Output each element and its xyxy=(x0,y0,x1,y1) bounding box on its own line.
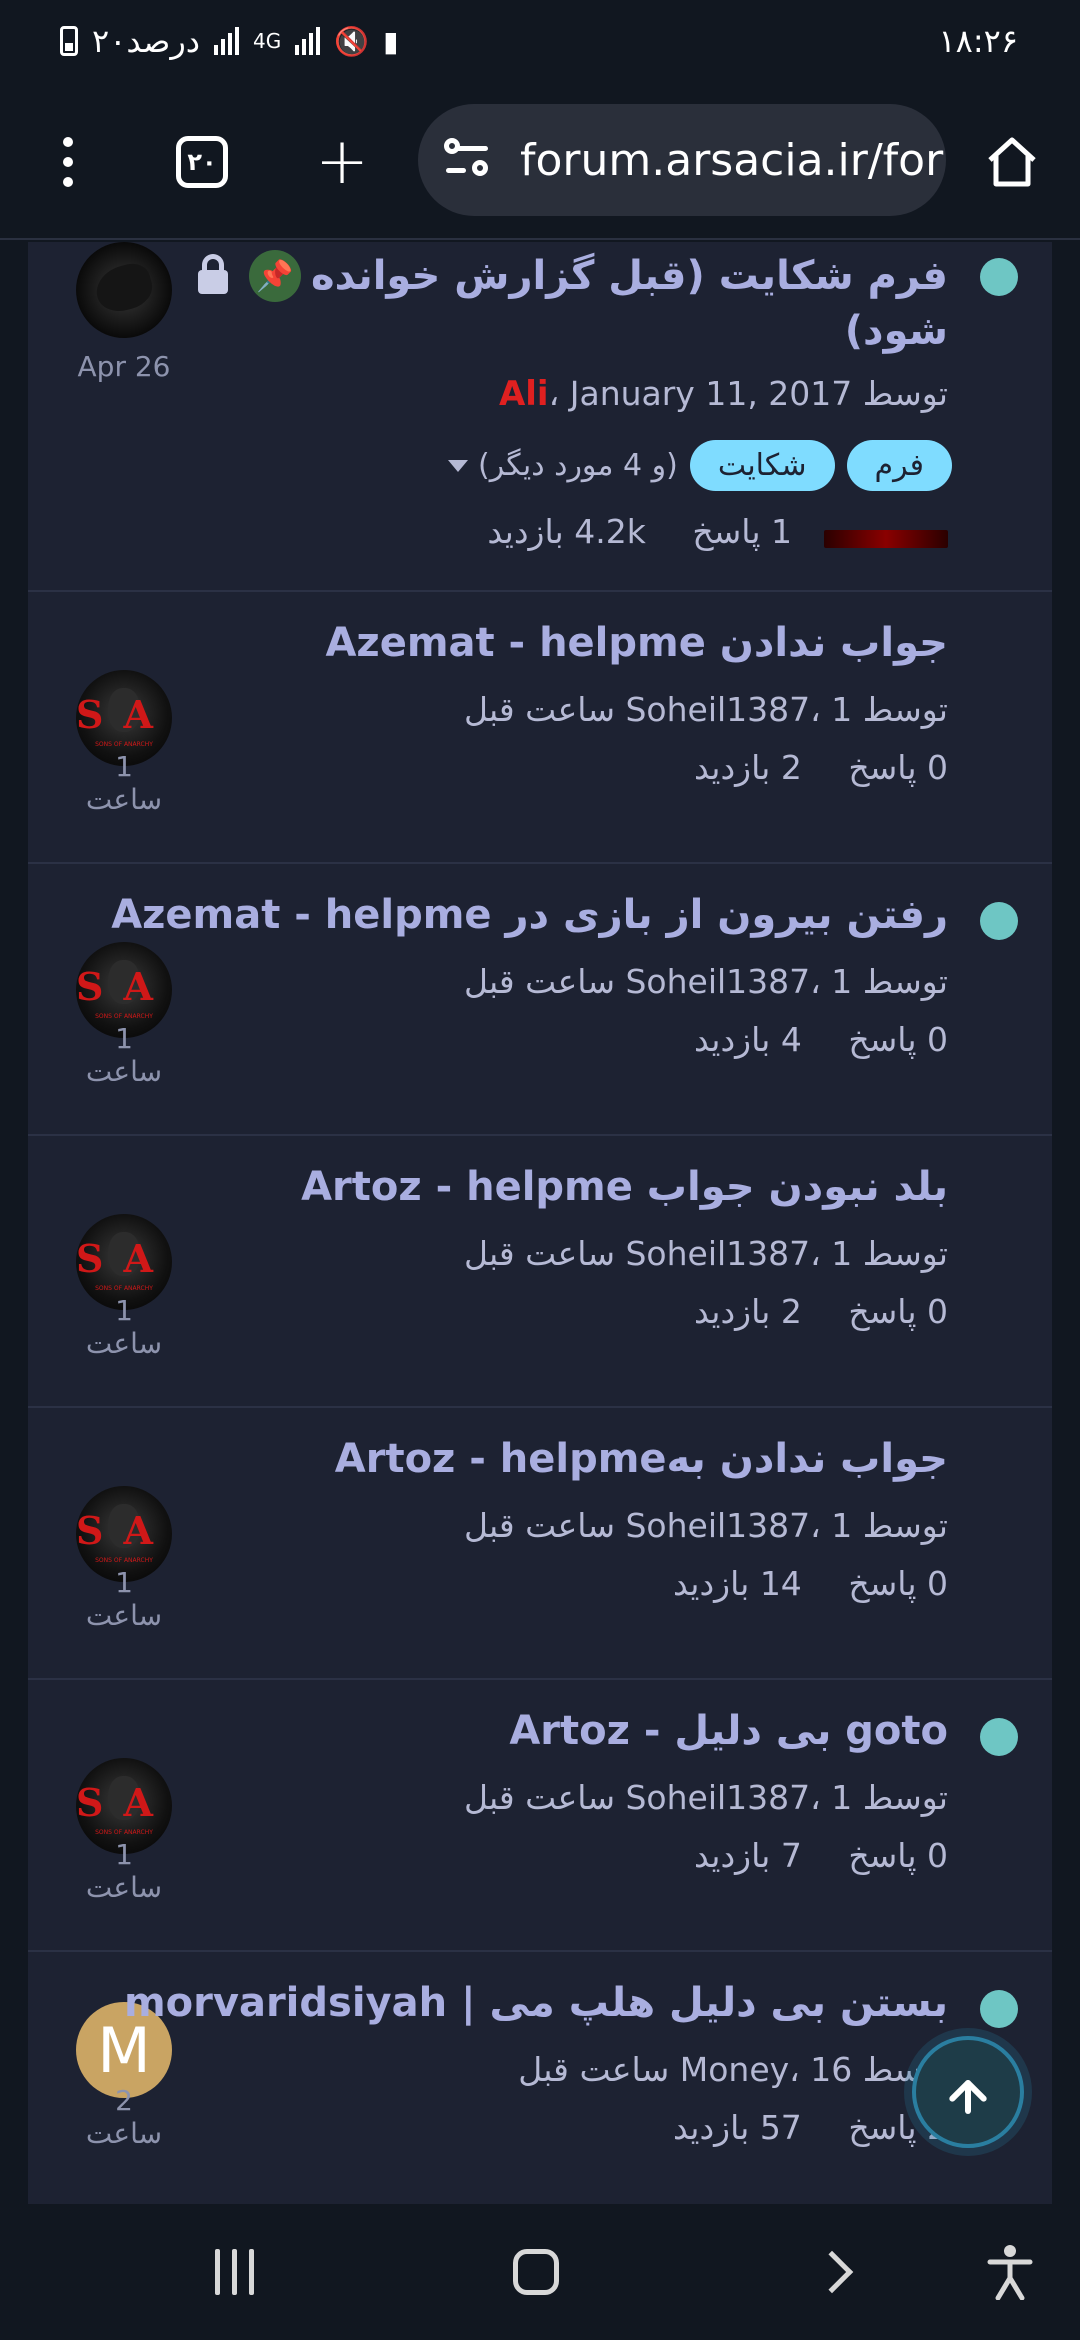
last-post-time: 1 ساعت xyxy=(85,1838,163,1904)
topic-meta: توسط Soheil1387، 1 ساعت قبل xyxy=(463,690,948,729)
accessibility-button[interactable] xyxy=(978,2240,1042,2304)
view-count: 4.2k بازدید xyxy=(487,512,646,551)
chevron-down-icon xyxy=(448,459,469,472)
tab-count: ۲۰ xyxy=(176,136,228,188)
topic-title[interactable]: goto بی دلیل - Artoz xyxy=(509,1708,948,1754)
back-button[interactable] xyxy=(806,2240,870,2304)
reply-count: 0 پاسخ xyxy=(848,1292,948,1331)
system-nav-bar xyxy=(0,2204,1080,2340)
topic-title[interactable]: بستن بی دلیل هلپ می | morvaridsiyah xyxy=(124,1980,948,2026)
topic-title-line2[interactable]: شود) xyxy=(845,308,948,354)
recents-button[interactable] xyxy=(202,2240,266,2304)
topic-meta: توسط Soheil1387، 1 ساعت قبل xyxy=(463,1506,948,1545)
reply-count: 0 پاسخ xyxy=(848,1020,948,1059)
unread-indicator xyxy=(980,902,1018,940)
topic-title[interactable]: جواب ندادن بهArtoz - helpme xyxy=(335,1436,948,1482)
topic-stats: 0 پاسخ 2 بازدید xyxy=(658,1292,948,1331)
topic-stats: 0 پاسخ 2 بازدید xyxy=(658,748,948,787)
tag-form[interactable]: فرم xyxy=(846,440,952,491)
tabs-button[interactable]: ۲۰ xyxy=(170,130,234,194)
last-post-time: 1 ساعت xyxy=(85,1294,163,1360)
author-link[interactable]: Ali xyxy=(499,374,549,414)
topic-meta: توسط Soheil1387، 1 ساعت قبل xyxy=(463,1778,948,1817)
dot-icon xyxy=(63,137,73,147)
topic-stats: 1 پاسخ 4.2k بازدید xyxy=(451,512,792,551)
topic-meta: توسط Money، 16 ساعت قبل xyxy=(518,2050,948,2089)
battery-percent: ۲۰درصد xyxy=(92,22,201,60)
topic-row[interactable]: M 2 ساعت بستن بی دلیل هلپ می | morvarids… xyxy=(28,1952,1052,2204)
avatar[interactable] xyxy=(76,242,172,338)
battery-saver-icon: ▮ xyxy=(383,24,399,58)
topic-meta: توسط Ali، January 11, 2017 xyxy=(498,374,948,414)
chevron-right-icon xyxy=(810,2250,854,2294)
topic-stats: 0 پاسخ 14 بازدید xyxy=(637,1564,948,1603)
unread-indicator xyxy=(980,1718,1018,1756)
topic-list: Apr 26 فرم شکایت (قبل گزارش خوانده 📌 شود… xyxy=(28,242,1052,2204)
topic-date: January 11, 2017 xyxy=(569,374,853,413)
menu-button[interactable] xyxy=(36,130,100,194)
last-post-time: 1 ساعت xyxy=(85,1022,163,1088)
lock-icon xyxy=(187,250,239,302)
view-count: 4 بازدید xyxy=(693,1020,802,1059)
topic-row[interactable]: SA SONS OF ANARCHY 1 ساعت جواب ندادن بهAr… xyxy=(28,1408,1052,1680)
dot-icon xyxy=(63,157,73,167)
topic-stats: 0 پاسخ 7 بازدید xyxy=(658,1836,948,1875)
tag-complaint[interactable]: شکایت xyxy=(689,440,835,491)
view-count: 2 بازدید xyxy=(693,1292,802,1331)
dot-icon xyxy=(63,177,73,187)
mute-icon: 🔇 xyxy=(334,24,370,58)
clock: ۱۸:۲۶ xyxy=(938,22,1018,60)
view-count: 7 بازدید xyxy=(693,1836,802,1875)
topic-row[interactable]: SA SONS OF ANARCHY 1 ساعت رفتن بیرون از ب… xyxy=(28,864,1052,1136)
unread-indicator xyxy=(980,258,1018,296)
reply-count: 0 پاسخ xyxy=(848,1836,948,1875)
last-post-time: 2 ساعت xyxy=(85,2084,163,2150)
topic-title[interactable]: فرم شکایت (قبل گزارش خوانده 📌 xyxy=(187,250,948,302)
plus-icon: + xyxy=(315,125,369,199)
home-icon xyxy=(988,137,1036,187)
view-count: 57 بازدید xyxy=(672,2108,802,2147)
topic-stats: 2 پاسخ 57 بازدید xyxy=(637,2108,948,2147)
status-bar: ۲۰درصد 4G 🔇 ▮ ۱۸:۲۶ xyxy=(0,0,1080,90)
topic-meta: توسط Soheil1387، 1 ساعت قبل xyxy=(463,962,948,1001)
reply-count: 0 پاسخ xyxy=(848,748,948,787)
url-text: forum.arsacia.ir/foru xyxy=(520,134,946,186)
topic-row[interactable]: SA SONS OF ANARCHY 1 ساعت goto بی دلیل - … xyxy=(28,1680,1052,1952)
pin-icon: 📌 xyxy=(248,250,301,302)
topic-row[interactable]: SA SONS OF ANARCHY 1 ساعت بلد نبودن جواب … xyxy=(28,1136,1052,1408)
topic-title[interactable]: بلد نبودن جواب Artoz - helpme xyxy=(301,1164,948,1210)
home-nav-button[interactable] xyxy=(504,2240,568,2304)
view-count: 2 بازدید xyxy=(693,748,802,787)
accessibility-icon xyxy=(987,2245,1033,2300)
last-post-time: 1 ساعت xyxy=(85,1566,163,1632)
topic-title[interactable]: جواب ندادن Azemat - helpme xyxy=(325,620,948,666)
reply-count: 1 پاسخ xyxy=(692,512,792,551)
status-indicators: ۲۰درصد 4G 🔇 ▮ xyxy=(60,22,399,60)
more-tags-toggle[interactable]: (و 4 مورد دیگر) xyxy=(448,448,678,483)
site-settings-icon[interactable] xyxy=(442,130,502,190)
home-square-icon xyxy=(513,2249,559,2295)
topic-row[interactable]: SA SONS OF ANARCHY 1 ساعت جواب ندادن Azem… xyxy=(28,592,1052,864)
home-button[interactable] xyxy=(980,130,1044,194)
reply-count: 0 پاسخ xyxy=(848,1564,948,1603)
browser-toolbar: ۲۰ + forum.arsacia.ir/foru xyxy=(0,90,1080,240)
topic-stats: 0 پاسخ 4 بازدید xyxy=(658,1020,948,1059)
new-tab-button[interactable]: + xyxy=(310,130,374,194)
topic-title[interactable]: رفتن بیرون از بازی در Azemat - helpme xyxy=(111,892,948,938)
tag-list: فرم شکایت (و 4 مورد دیگر) xyxy=(448,440,952,491)
user-badge-banner xyxy=(824,530,948,548)
battery-icon xyxy=(60,26,78,56)
last-post-time: Apr 26 xyxy=(77,350,171,383)
network-type: 4G xyxy=(253,29,282,53)
scroll-to-top-button[interactable] xyxy=(912,2036,1024,2148)
topic-meta: توسط Soheil1387، 1 ساعت قبل xyxy=(463,1234,948,1273)
unread-indicator xyxy=(980,1990,1018,2028)
topic-row[interactable]: Apr 26 فرم شکایت (قبل گزارش خوانده 📌 شود… xyxy=(28,242,1052,592)
signal-icon xyxy=(214,27,240,55)
last-post-time: 1 ساعت xyxy=(85,750,163,816)
address-bar[interactable]: forum.arsacia.ir/foru xyxy=(418,104,946,216)
signal-icon-2 xyxy=(295,27,321,55)
view-count: 14 بازدید xyxy=(672,1564,802,1603)
arrow-up-icon xyxy=(948,2070,988,2114)
